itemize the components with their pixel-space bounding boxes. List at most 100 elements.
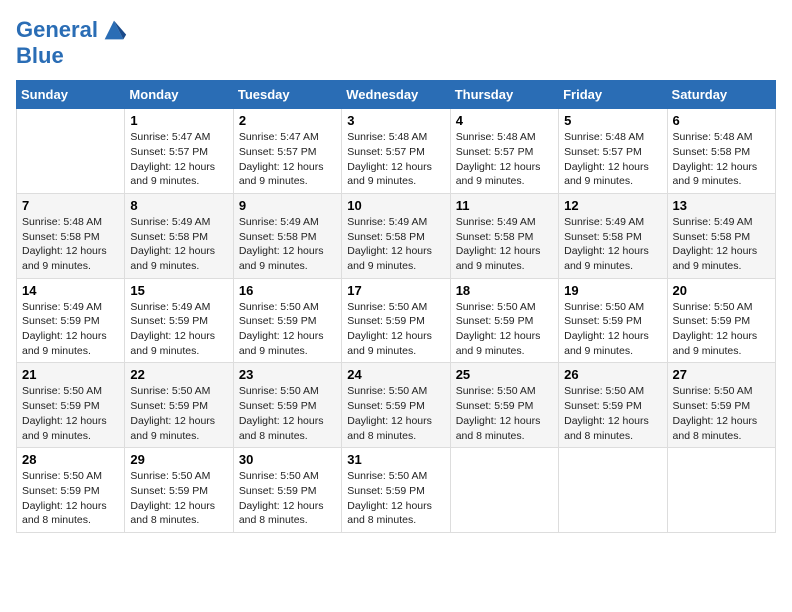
day-number: 18 bbox=[456, 283, 553, 298]
calendar-cell bbox=[667, 448, 775, 533]
day-number: 29 bbox=[130, 452, 227, 467]
calendar-cell: 30 Sunrise: 5:50 AM Sunset: 5:59 PM Dayli… bbox=[233, 448, 341, 533]
day-number: 11 bbox=[456, 198, 553, 213]
col-header-sunday: Sunday bbox=[17, 81, 125, 109]
day-info: Sunrise: 5:50 AM Sunset: 5:59 PM Dayligh… bbox=[239, 300, 336, 359]
day-info: Sunrise: 5:49 AM Sunset: 5:58 PM Dayligh… bbox=[347, 215, 444, 274]
day-number: 31 bbox=[347, 452, 444, 467]
calendar-week-row: 14 Sunrise: 5:49 AM Sunset: 5:59 PM Dayli… bbox=[17, 278, 776, 363]
calendar-cell: 29 Sunrise: 5:50 AM Sunset: 5:59 PM Dayli… bbox=[125, 448, 233, 533]
calendar-cell: 31 Sunrise: 5:50 AM Sunset: 5:59 PM Dayli… bbox=[342, 448, 450, 533]
day-info: Sunrise: 5:48 AM Sunset: 5:57 PM Dayligh… bbox=[347, 130, 444, 189]
calendar-cell: 20 Sunrise: 5:50 AM Sunset: 5:59 PM Dayli… bbox=[667, 278, 775, 363]
page-header: General Blue bbox=[16, 16, 776, 68]
calendar-cell: 27 Sunrise: 5:50 AM Sunset: 5:59 PM Dayli… bbox=[667, 363, 775, 448]
day-number: 25 bbox=[456, 367, 553, 382]
calendar-cell: 24Sunrise: 5:50 AM Sunset: 5:59 PM Dayli… bbox=[342, 363, 450, 448]
calendar-cell: 4 Sunrise: 5:48 AM Sunset: 5:57 PM Daylig… bbox=[450, 109, 558, 194]
day-info: Sunrise: 5:50 AM Sunset: 5:59 PM Dayligh… bbox=[22, 384, 119, 443]
day-number: 27 bbox=[673, 367, 770, 382]
day-number: 21 bbox=[22, 367, 119, 382]
day-info: Sunrise: 5:50 AM Sunset: 5:59 PM Dayligh… bbox=[564, 384, 661, 443]
day-info: Sunrise: 5:50 AM Sunset: 5:59 PM Dayligh… bbox=[673, 384, 770, 443]
day-info: Sunrise: 5:50 AM Sunset: 5:59 PM Dayligh… bbox=[673, 300, 770, 359]
day-number: 22 bbox=[130, 367, 227, 382]
calendar-cell bbox=[450, 448, 558, 533]
day-number: 12 bbox=[564, 198, 661, 213]
day-number: 2 bbox=[239, 113, 336, 128]
day-info: Sunrise: 5:49 AM Sunset: 5:59 PM Dayligh… bbox=[130, 300, 227, 359]
calendar-cell: 21 Sunrise: 5:50 AM Sunset: 5:59 PM Dayli… bbox=[17, 363, 125, 448]
col-header-thursday: Thursday bbox=[450, 81, 558, 109]
col-header-tuesday: Tuesday bbox=[233, 81, 341, 109]
day-info: Sunrise: 5:50 AM Sunset: 5:59 PM Dayligh… bbox=[22, 469, 119, 528]
calendar-cell: 7 Sunrise: 5:48 AM Sunset: 5:58 PM Daylig… bbox=[17, 193, 125, 278]
calendar-header-row: SundayMondayTuesdayWednesdayThursdayFrid… bbox=[17, 81, 776, 109]
calendar-table: SundayMondayTuesdayWednesdayThursdayFrid… bbox=[16, 80, 776, 533]
logo-blue-text: Blue bbox=[16, 44, 64, 68]
col-header-saturday: Saturday bbox=[667, 81, 775, 109]
calendar-cell: 9Sunrise: 5:49 AM Sunset: 5:58 PM Daylig… bbox=[233, 193, 341, 278]
calendar-week-row: 28Sunrise: 5:50 AM Sunset: 5:59 PM Dayli… bbox=[17, 448, 776, 533]
calendar-cell: 10 Sunrise: 5:49 AM Sunset: 5:58 PM Dayli… bbox=[342, 193, 450, 278]
calendar-week-row: 21 Sunrise: 5:50 AM Sunset: 5:59 PM Dayli… bbox=[17, 363, 776, 448]
calendar-cell: 14 Sunrise: 5:49 AM Sunset: 5:59 PM Dayli… bbox=[17, 278, 125, 363]
day-info: Sunrise: 5:50 AM Sunset: 5:59 PM Dayligh… bbox=[347, 300, 444, 359]
day-info: Sunrise: 5:49 AM Sunset: 5:58 PM Dayligh… bbox=[673, 215, 770, 274]
day-number: 30 bbox=[239, 452, 336, 467]
calendar-cell: 8 Sunrise: 5:49 AM Sunset: 5:58 PM Daylig… bbox=[125, 193, 233, 278]
logo: General Blue bbox=[16, 16, 128, 68]
day-info: Sunrise: 5:50 AM Sunset: 5:59 PM Dayligh… bbox=[564, 300, 661, 359]
day-info: Sunrise: 5:48 AM Sunset: 5:58 PM Dayligh… bbox=[22, 215, 119, 274]
day-info: Sunrise: 5:50 AM Sunset: 5:59 PM Dayligh… bbox=[239, 469, 336, 528]
calendar-cell: 25 Sunrise: 5:50 AM Sunset: 5:59 PM Dayli… bbox=[450, 363, 558, 448]
day-number: 17 bbox=[347, 283, 444, 298]
col-header-monday: Monday bbox=[125, 81, 233, 109]
day-number: 26 bbox=[564, 367, 661, 382]
calendar-cell: 17 Sunrise: 5:50 AM Sunset: 5:59 PM Dayli… bbox=[342, 278, 450, 363]
calendar-week-row: 7 Sunrise: 5:48 AM Sunset: 5:58 PM Daylig… bbox=[17, 193, 776, 278]
day-info: Sunrise: 5:50 AM Sunset: 5:59 PM Dayligh… bbox=[456, 300, 553, 359]
day-number: 20 bbox=[673, 283, 770, 298]
day-info: Sunrise: 5:48 AM Sunset: 5:58 PM Dayligh… bbox=[673, 130, 770, 189]
calendar-week-row: 1 Sunrise: 5:47 AM Sunset: 5:57 PM Daylig… bbox=[17, 109, 776, 194]
calendar-cell bbox=[559, 448, 667, 533]
day-number: 8 bbox=[130, 198, 227, 213]
day-info: Sunrise: 5:50 AM Sunset: 5:59 PM Dayligh… bbox=[130, 384, 227, 443]
calendar-cell: 5Sunrise: 5:48 AM Sunset: 5:57 PM Daylig… bbox=[559, 109, 667, 194]
day-number: 5 bbox=[564, 113, 661, 128]
calendar-cell: 28Sunrise: 5:50 AM Sunset: 5:59 PM Dayli… bbox=[17, 448, 125, 533]
calendar-cell: 6Sunrise: 5:48 AM Sunset: 5:58 PM Daylig… bbox=[667, 109, 775, 194]
day-info: Sunrise: 5:49 AM Sunset: 5:59 PM Dayligh… bbox=[22, 300, 119, 359]
logo-text: General bbox=[16, 18, 98, 42]
day-info: Sunrise: 5:50 AM Sunset: 5:59 PM Dayligh… bbox=[239, 384, 336, 443]
calendar-cell bbox=[17, 109, 125, 194]
day-number: 7 bbox=[22, 198, 119, 213]
day-number: 3 bbox=[347, 113, 444, 128]
day-info: Sunrise: 5:50 AM Sunset: 5:59 PM Dayligh… bbox=[456, 384, 553, 443]
day-number: 19 bbox=[564, 283, 661, 298]
day-info: Sunrise: 5:50 AM Sunset: 5:59 PM Dayligh… bbox=[347, 469, 444, 528]
day-info: Sunrise: 5:49 AM Sunset: 5:58 PM Dayligh… bbox=[564, 215, 661, 274]
col-header-wednesday: Wednesday bbox=[342, 81, 450, 109]
day-info: Sunrise: 5:47 AM Sunset: 5:57 PM Dayligh… bbox=[130, 130, 227, 189]
day-number: 9 bbox=[239, 198, 336, 213]
day-number: 14 bbox=[22, 283, 119, 298]
calendar-cell: 26 Sunrise: 5:50 AM Sunset: 5:59 PM Dayli… bbox=[559, 363, 667, 448]
day-info: Sunrise: 5:49 AM Sunset: 5:58 PM Dayligh… bbox=[130, 215, 227, 274]
day-info: Sunrise: 5:49 AM Sunset: 5:58 PM Dayligh… bbox=[456, 215, 553, 274]
day-number: 1 bbox=[130, 113, 227, 128]
calendar-cell: 12 Sunrise: 5:49 AM Sunset: 5:58 PM Dayli… bbox=[559, 193, 667, 278]
calendar-cell: 1 Sunrise: 5:47 AM Sunset: 5:57 PM Daylig… bbox=[125, 109, 233, 194]
calendar-cell: 13Sunrise: 5:49 AM Sunset: 5:58 PM Dayli… bbox=[667, 193, 775, 278]
day-number: 10 bbox=[347, 198, 444, 213]
day-number: 4 bbox=[456, 113, 553, 128]
calendar-cell: 2Sunrise: 5:47 AM Sunset: 5:57 PM Daylig… bbox=[233, 109, 341, 194]
logo-icon bbox=[100, 16, 128, 44]
calendar-cell: 18 Sunrise: 5:50 AM Sunset: 5:59 PM Dayli… bbox=[450, 278, 558, 363]
day-info: Sunrise: 5:48 AM Sunset: 5:57 PM Dayligh… bbox=[456, 130, 553, 189]
calendar-cell: 22 Sunrise: 5:50 AM Sunset: 5:59 PM Dayli… bbox=[125, 363, 233, 448]
day-info: Sunrise: 5:50 AM Sunset: 5:59 PM Dayligh… bbox=[347, 384, 444, 443]
day-info: Sunrise: 5:50 AM Sunset: 5:59 PM Dayligh… bbox=[130, 469, 227, 528]
calendar-cell: 11 Sunrise: 5:49 AM Sunset: 5:58 PM Dayli… bbox=[450, 193, 558, 278]
